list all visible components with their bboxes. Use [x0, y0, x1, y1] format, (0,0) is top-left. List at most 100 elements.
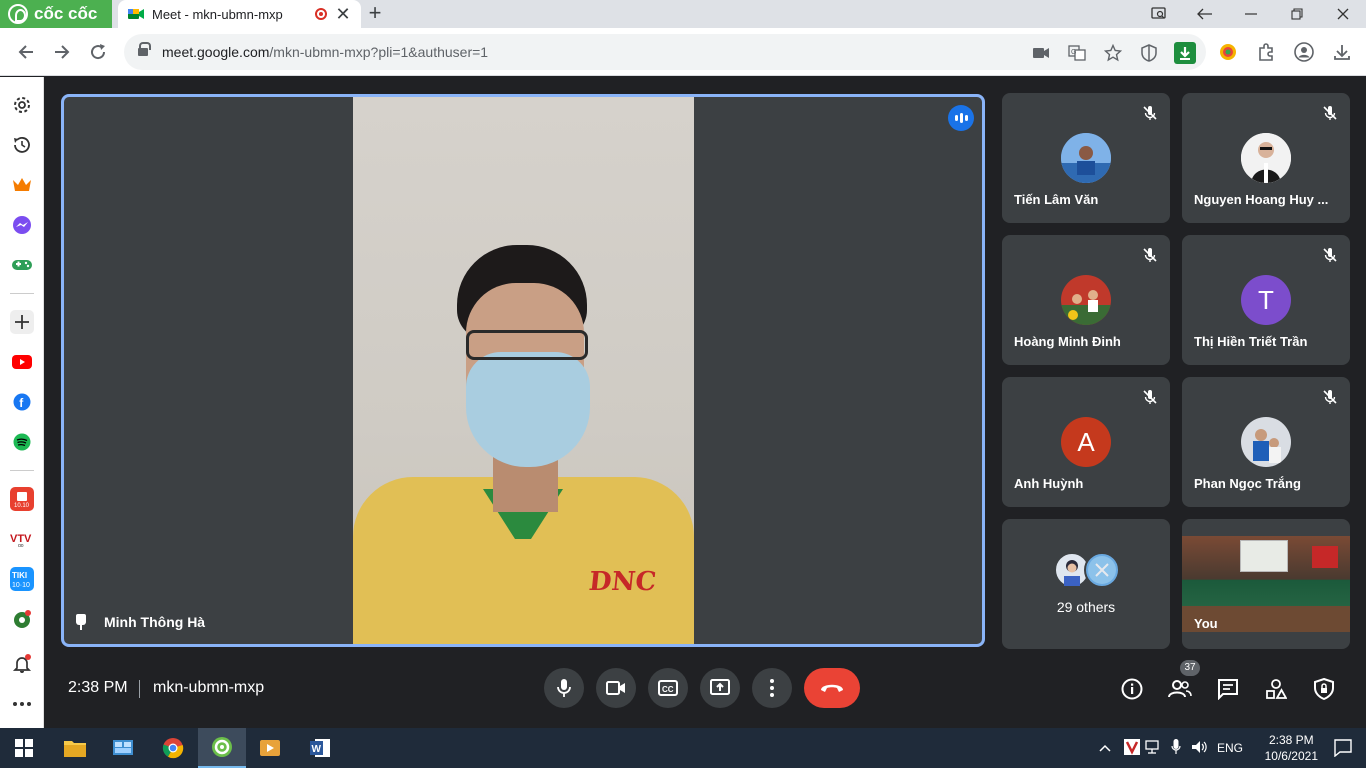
svg-text:10·10: 10·10	[12, 582, 30, 589]
participant-tile[interactable]: Nguyen Hoang Huy ...	[1182, 93, 1350, 223]
volume-icon[interactable]	[1187, 740, 1213, 757]
people-button[interactable]	[1167, 676, 1193, 702]
settings-gear-icon[interactable]	[10, 93, 34, 117]
activities-button[interactable]	[1263, 676, 1289, 702]
profile-avatar-icon[interactable]	[1292, 40, 1316, 64]
camera-button[interactable]	[596, 668, 636, 708]
host-controls-button[interactable]	[1311, 676, 1337, 702]
microphone-button[interactable]	[544, 668, 584, 708]
featured-participant-tile[interactable]: DNC Minh Thông Hà	[61, 94, 985, 647]
address-bar[interactable]: meet.google.com/mkn-ubmn-mxp?pli=1&authu…	[124, 34, 1206, 70]
more-options-button[interactable]	[752, 668, 792, 708]
mic-off-icon	[1142, 105, 1158, 121]
shopee-sale-icon[interactable]: 10.10	[10, 487, 34, 511]
leave-call-button[interactable]	[804, 668, 860, 708]
forward-button[interactable]	[50, 40, 74, 64]
new-tab-button[interactable]: +	[364, 2, 386, 25]
more-options-icon[interactable]	[10, 692, 34, 716]
participant-tile[interactable]: Phan Ngọc Trắng	[1182, 377, 1350, 507]
network-icon[interactable]	[1143, 739, 1165, 757]
coccoc-menu-button[interactable]: cốc cốc	[0, 0, 112, 28]
history-icon[interactable]	[10, 133, 34, 157]
add-shortcut-icon[interactable]	[10, 310, 34, 334]
participant-tile[interactable]: T Thị Hiền Triết Trần	[1182, 235, 1350, 365]
messenger-icon[interactable]	[10, 213, 34, 237]
mic-off-icon	[1322, 389, 1338, 405]
chat-button[interactable]	[1215, 676, 1241, 702]
downloads-icon[interactable]	[1330, 40, 1354, 64]
vtv-go-icon[interactable]: VTV go	[10, 527, 34, 551]
pin-icon[interactable]	[76, 614, 86, 630]
download-video-icon[interactable]	[1174, 42, 1196, 64]
taskbar-word[interactable]: W	[296, 728, 344, 768]
sidebar-divider	[10, 293, 34, 294]
present-screen-icon	[710, 679, 730, 695]
tab-close-button[interactable]: ✕	[335, 5, 351, 23]
input-language[interactable]: ENG	[1217, 741, 1243, 755]
meeting-time: 2:38 PM	[68, 679, 128, 696]
participant-tile[interactable]: Hoàng Minh Đinh	[1002, 235, 1170, 365]
restore-button[interactable]	[1274, 0, 1320, 28]
captions-button[interactable]: CC	[648, 668, 688, 708]
facebook-icon[interactable]: f	[10, 390, 34, 414]
coccoc-browser-icon	[212, 737, 232, 757]
tray-microphone-icon[interactable]	[1165, 738, 1187, 758]
url-text[interactable]: meet.google.com/mkn-ubmn-mxp?pli=1&authu…	[162, 44, 488, 60]
system-tray: ENG	[1097, 728, 1243, 768]
mic-off-icon	[1322, 105, 1338, 121]
gamepad-icon[interactable]	[10, 253, 34, 277]
back-button[interactable]	[14, 40, 38, 64]
participant-name: Nguyen Hoang Huy ...	[1194, 192, 1329, 207]
taskbar-chrome[interactable]	[149, 728, 197, 768]
browser-tab-meet[interactable]: Meet - mkn-ubmn-mxp ✕	[118, 0, 361, 28]
tiki-icon[interactable]: TIKI 10·10	[10, 567, 34, 591]
clock-date: 10/6/2021	[1264, 749, 1318, 763]
reload-button[interactable]	[86, 40, 110, 64]
taskbar-coccoc[interactable]	[198, 728, 246, 768]
close-window-button[interactable]	[1320, 0, 1366, 28]
browser-tab-strip: cốc cốc Meet - mkn-ubmn-mxp ✕ +	[0, 0, 1366, 28]
participant-name: Hoàng Minh Đinh	[1014, 334, 1121, 349]
football-icon[interactable]	[10, 607, 34, 631]
extensions-puzzle-icon[interactable]	[1254, 40, 1278, 64]
svg-text:10.10: 10.10	[14, 503, 30, 509]
shield-icon[interactable]	[1138, 42, 1160, 64]
start-button[interactable]	[0, 728, 48, 768]
bookmark-star-icon[interactable]	[1102, 42, 1124, 64]
minimize-button[interactable]	[1228, 0, 1274, 28]
notification-bell-icon[interactable]	[10, 652, 34, 676]
participant-tile[interactable]: A Anh Huỳnh	[1002, 377, 1170, 507]
svg-text:go: go	[18, 543, 24, 547]
translate-icon[interactable]: G	[1066, 42, 1088, 64]
youtube-icon[interactable]	[10, 350, 34, 374]
antivirus-v-icon[interactable]	[1121, 738, 1143, 758]
crown-icon[interactable]	[10, 173, 34, 197]
action-center-icon[interactable]	[1334, 739, 1352, 762]
participant-tile[interactable]: Tiến Lâm Văn	[1002, 93, 1170, 223]
projector-screen	[1240, 540, 1288, 572]
back-arrow-icon[interactable]	[1182, 0, 1228, 28]
shield-lock-icon	[1314, 678, 1334, 700]
sidebar-divider	[10, 470, 34, 471]
featured-name-label: Minh Thông Hà	[76, 614, 205, 630]
meeting-details-button[interactable]	[1119, 676, 1145, 702]
activities-shapes-icon	[1266, 679, 1287, 699]
people-icon	[1168, 680, 1192, 698]
taskbar-media-player[interactable]	[246, 728, 294, 768]
participant-avatar-initial: T	[1241, 275, 1291, 325]
taskbar-control-panel[interactable]	[99, 728, 147, 768]
word-icon: W	[310, 739, 330, 757]
tab-search-icon[interactable]	[1136, 0, 1182, 28]
camera-in-use-icon[interactable]	[1030, 42, 1052, 64]
coccoc-extension-icon[interactable]	[1216, 40, 1240, 64]
recording-indicator-icon	[315, 8, 327, 20]
details-separator	[139, 680, 140, 698]
show-hidden-icons-chevron-icon[interactable]	[1097, 741, 1113, 755]
system-clock[interactable]: 2:38 PM 10/6/2021	[1265, 732, 1318, 764]
others-tile[interactable]: 29 others	[1002, 519, 1170, 649]
self-view-tile[interactable]: You	[1182, 519, 1350, 649]
present-screen-button[interactable]	[700, 668, 740, 708]
taskbar-file-explorer[interactable]	[51, 728, 99, 768]
spotify-icon[interactable]	[10, 430, 34, 454]
chat-icon	[1218, 679, 1238, 700]
